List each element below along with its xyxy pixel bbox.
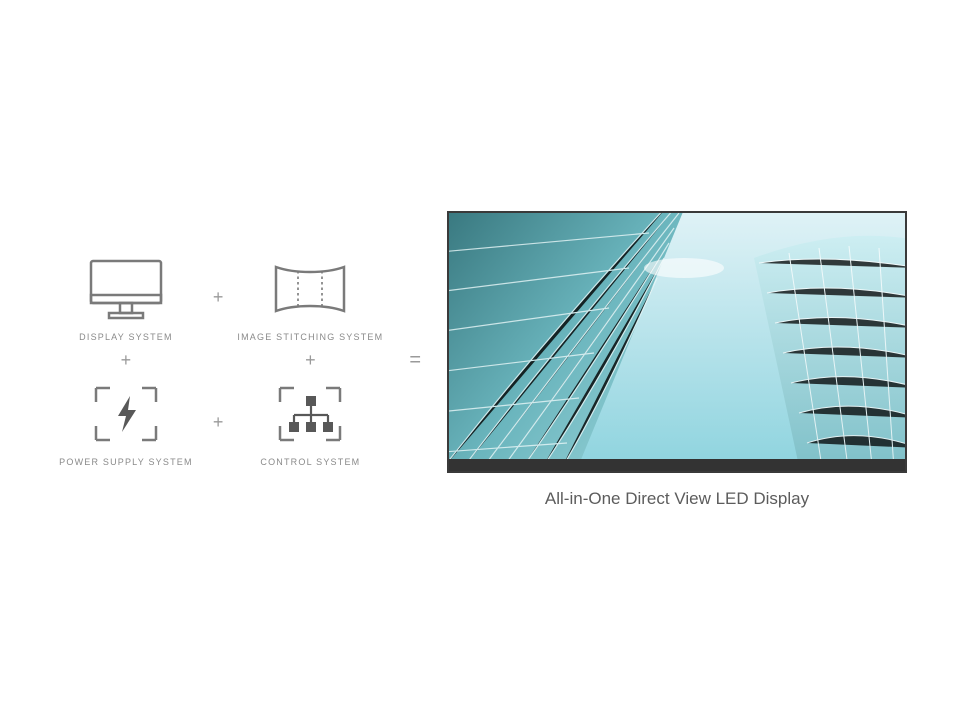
result-label: All-in-One Direct View LED Display	[545, 489, 809, 509]
control-icon	[265, 379, 355, 449]
component-image-stitching: IMAGE STITCHING SYSTEM	[237, 254, 383, 342]
equals-icon: =	[403, 349, 427, 372]
monitor-icon	[81, 254, 171, 324]
result-block: All-in-One Direct View LED Display	[447, 211, 907, 509]
component-power-supply: POWER SUPPLY SYSTEM	[59, 379, 193, 467]
plus-icon: +	[121, 350, 132, 371]
stitching-icon	[265, 254, 355, 324]
component-control-system: CONTROL SYSTEM	[260, 379, 360, 467]
led-display-image	[447, 211, 907, 473]
component-label: CONTROL SYSTEM	[260, 457, 360, 467]
plus-icon: +	[305, 350, 316, 371]
component-label: POWER SUPPLY SYSTEM	[59, 457, 193, 467]
component-display-system: DISPLAY SYSTEM	[79, 254, 173, 342]
power-icon	[81, 379, 171, 449]
plus-icon: +	[213, 287, 224, 308]
diagram-container: DISPLAY SYSTEM + IMAGE STITCHING SYSTEM …	[0, 211, 960, 509]
components-grid: DISPLAY SYSTEM + IMAGE STITCHING SYSTEM …	[53, 254, 383, 467]
component-label: DISPLAY SYSTEM	[79, 332, 173, 342]
component-label: IMAGE STITCHING SYSTEM	[237, 332, 383, 342]
plus-icon: +	[213, 412, 224, 433]
display-bottom-bezel	[449, 459, 905, 471]
